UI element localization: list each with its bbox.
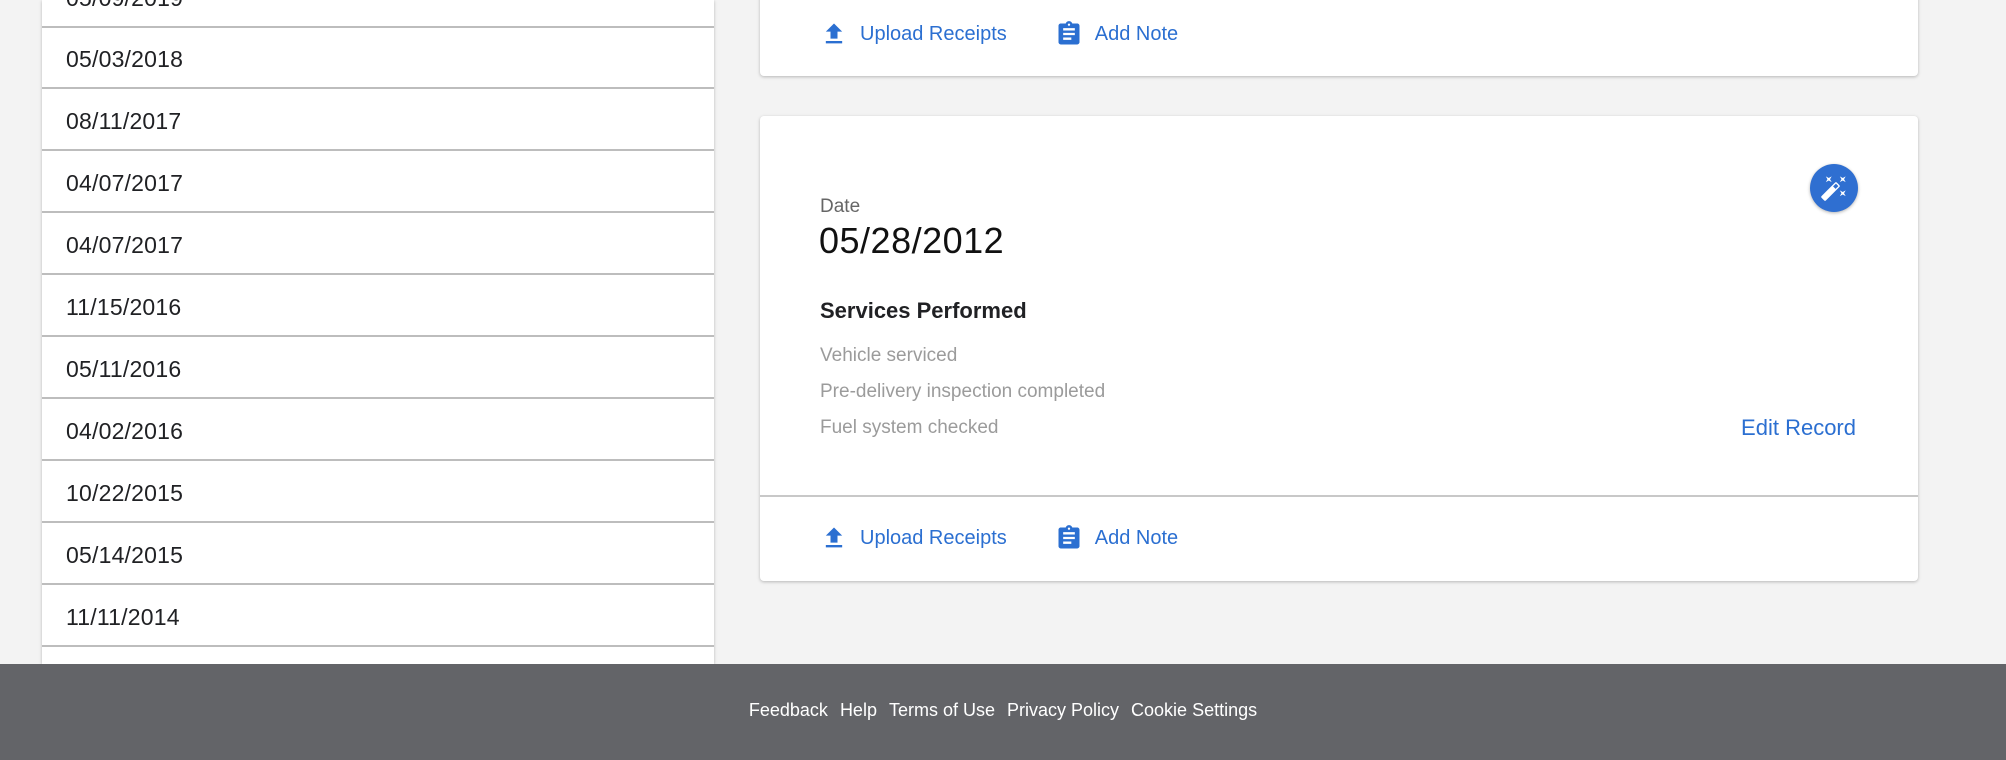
magic-wand-button[interactable] — [1810, 164, 1858, 212]
footer-links: Feedback Help Terms of Use Privacy Polic… — [749, 700, 1257, 721]
footer-link-terms[interactable]: Terms of Use — [889, 700, 995, 721]
magic-wand-icon — [1821, 176, 1846, 201]
date-list-item[interactable]: 05/11/2016 — [42, 339, 714, 399]
date-list-item[interactable]: 05/14/2015 — [42, 525, 714, 585]
add-note-button[interactable]: Add Note — [1055, 20, 1178, 48]
upload-receipts-button[interactable]: Upload Receipts — [820, 524, 1007, 552]
service-item: Pre-delivery inspection completed — [820, 381, 1106, 402]
service-record-card: Date 05/28/2012 Services Performed Vehic… — [760, 116, 1918, 581]
date-list-item-label: 10/22/2015 — [66, 480, 184, 506]
upload-icon — [825, 23, 843, 44]
date-list-item-label: 05/09/2019 — [66, 0, 183, 12]
date-list-item-label: 04/07/2017 — [66, 170, 184, 196]
date-list-item-label: 04/02/2016 — [66, 418, 184, 444]
service-item: Fuel system checked — [820, 417, 999, 438]
footer-link-cookies[interactable]: Cookie Settings — [1131, 700, 1257, 721]
date-list-item-label: 05/03/2018 — [66, 46, 184, 72]
add-note-label: Add Note — [1094, 526, 1179, 549]
date-label: Date — [820, 196, 861, 217]
date-list-item[interactable]: 11/11/2014 — [42, 587, 714, 647]
date-list-item[interactable]: 10/22/2015 — [42, 463, 714, 523]
upload-receipts-button[interactable]: Upload Receipts — [820, 20, 1007, 48]
date-list-item-label: 11/15/2016 — [66, 294, 182, 320]
clipboard-icon — [1058, 525, 1080, 549]
date-list-item-label: 04/07/2017 — [66, 232, 184, 258]
footer-link-privacy[interactable]: Privacy Policy — [1007, 700, 1119, 721]
service-item: Vehicle serviced — [820, 345, 958, 366]
date-list-item-label: 05/14/2015 — [66, 542, 184, 568]
footer-link-feedback[interactable]: Feedback — [749, 700, 828, 721]
footer-link-help[interactable]: Help — [840, 700, 877, 721]
date-list-item[interactable]: 05/03/2018 — [42, 29, 714, 89]
upload-icon — [825, 527, 843, 548]
card-actions: Upload Receipts Add Note — [820, 14, 1226, 54]
record-date: 05/28/2012 — [819, 220, 1005, 261]
edit-record-link[interactable]: Edit Record — [1741, 415, 1856, 441]
add-note-label: Add Note — [1094, 22, 1179, 45]
clipboard-icon — [1058, 21, 1080, 45]
date-list-item[interactable]: 05/09/2019 — [42, 0, 714, 28]
card-divider — [760, 495, 1918, 497]
date-list-item-label: 05/11/2016 — [66, 356, 182, 382]
date-list-item[interactable]: 04/07/2017 — [42, 153, 714, 213]
date-list-item-label: 08/11/2017 — [66, 108, 182, 134]
upload-receipts-label: Upload Receipts — [860, 22, 1007, 45]
date-list-item[interactable]: 11/15/2016 — [42, 277, 714, 337]
service-date-list: 05/09/2019 05/03/2018 08/11/2017 04/07/2… — [42, 0, 714, 664]
page-footer: Feedback Help Terms of Use Privacy Polic… — [0, 664, 2006, 760]
date-list-item[interactable]: 04/07/2017 — [42, 215, 714, 275]
upload-receipts-label: Upload Receipts — [860, 526, 1007, 549]
date-list-item[interactable]: 04/02/2016 — [42, 401, 714, 461]
date-list-item-label: 11/11/2014 — [66, 604, 180, 630]
add-note-button[interactable]: Add Note — [1055, 524, 1178, 552]
services-performed-heading: Services Performed — [820, 298, 1027, 323]
card-actions: Upload Receipts Add Note — [820, 518, 1226, 558]
service-record-card-previous: Upload Receipts Add Note — [760, 0, 1918, 76]
date-list-item[interactable]: 08/11/2017 — [42, 91, 714, 151]
date-list-item[interactable] — [42, 649, 714, 664]
